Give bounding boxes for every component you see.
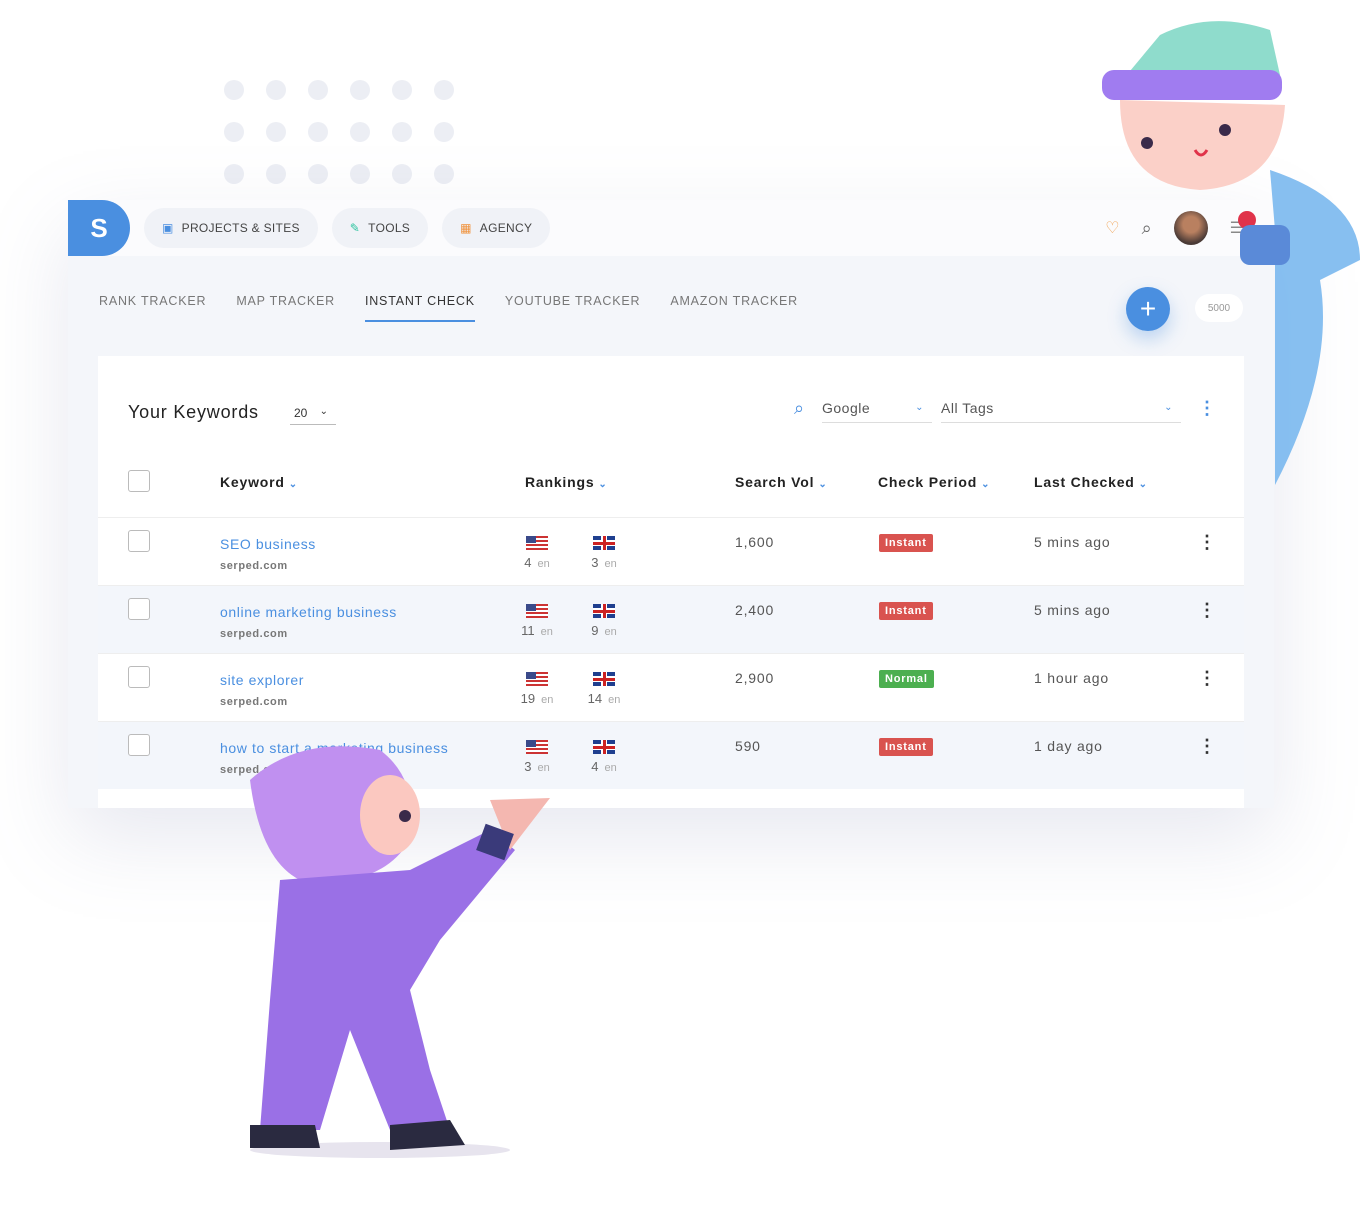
search-volume: 1,600	[735, 534, 775, 550]
table-row: SEO business serped.com 4 en 3 en 1,600 In…	[98, 517, 1244, 585]
us-flag-icon	[526, 536, 548, 550]
ranking-us: 4 en	[512, 536, 562, 572]
check-period-badge: Instant	[879, 534, 933, 552]
ranking-uk: 14 en	[579, 672, 629, 708]
astronaut-illustration	[250, 746, 550, 1158]
col-check-period[interactable]: Check Period ⌄	[878, 474, 990, 490]
engine-select[interactable]: Google ⌄	[822, 400, 932, 423]
keyword-domain: serped.com	[220, 696, 288, 708]
wrench-icon: ✎	[349, 221, 361, 235]
us-flag-icon	[526, 672, 548, 686]
mascot-body-illustration	[1240, 170, 1360, 485]
row-more-icon[interactable]: ⋮	[1198, 668, 1216, 689]
table-row: site explorer serped.com 19 en 14 en 2,900…	[98, 653, 1244, 721]
last-checked: 1 day ago	[1034, 738, 1103, 754]
check-period-badge: Instant	[879, 738, 933, 756]
avatar[interactable]	[1173, 211, 1208, 245]
top-navbar: S ▣ PROJECTS & SITES ✎ TOOLS ▦ AGENCY ♡ ⌕ ☰	[68, 200, 1274, 256]
check-period-badge: Normal	[879, 670, 934, 688]
ranking-us: 19 en	[512, 672, 562, 708]
col-keyword[interactable]: Keyword ⌄	[220, 474, 298, 490]
keyword-link[interactable]: site explorer	[220, 672, 304, 688]
uk-flag-icon	[593, 740, 615, 754]
logo[interactable]: S	[68, 200, 130, 256]
page-size-select[interactable]: 20 ⌄	[290, 404, 336, 425]
mascot-illustration-top	[1102, 21, 1285, 190]
uk-flag-icon	[593, 536, 615, 550]
add-button[interactable]: +	[1126, 287, 1170, 331]
credits-badge: 5000	[1195, 294, 1243, 322]
app-window: S ▣ PROJECTS & SITES ✎ TOOLS ▦ AGENCY ♡ ⌕ ☰…	[68, 200, 1274, 808]
briefcase-icon: ▣	[162, 221, 174, 235]
keyword-link[interactable]: online marketing business	[220, 604, 397, 620]
last-checked: 5 mins ago	[1034, 534, 1111, 550]
tags-select[interactable]: All Tags ⌄	[941, 400, 1181, 423]
search-volume: 590	[735, 738, 761, 754]
tab-instant-check[interactable]: INSTANT CHECK	[364, 294, 475, 322]
chevron-down-icon: ⌄	[319, 406, 328, 417]
agency-button[interactable]: ▦ AGENCY	[442, 208, 551, 248]
row-checkbox[interactable]	[128, 530, 150, 552]
keyword-link[interactable]: SEO business	[220, 536, 316, 552]
keyword-domain: serped.com	[220, 628, 288, 640]
tab-rank-tracker[interactable]: RANK TRACKER	[99, 294, 206, 322]
col-rankings[interactable]: Rankings ⌄	[525, 474, 608, 490]
tab-amazon-tracker[interactable]: AMAZON TRACKER	[670, 294, 798, 322]
ranking-uk: 3 en	[579, 536, 629, 572]
tab-map-tracker[interactable]: MAP TRACKER	[236, 294, 335, 322]
ranking-uk: 4 en	[579, 740, 629, 776]
uk-flag-icon	[593, 604, 615, 618]
chevron-down-icon: ⌄	[915, 402, 924, 413]
lightbulb-icon[interactable]: ♡	[1105, 218, 1119, 238]
col-last-checked[interactable]: Last Checked ⌄	[1034, 474, 1148, 490]
col-search-vol[interactable]: Search Vol ⌄	[735, 474, 828, 490]
building-icon: ▦	[460, 221, 472, 235]
card-title: Your Keywords	[128, 402, 259, 422]
row-more-icon[interactable]: ⋮	[1198, 736, 1216, 757]
row-checkbox[interactable]	[128, 666, 150, 688]
select-all-checkbox[interactable]	[128, 470, 150, 492]
table-row: online marketing business serped.com 11 e…	[98, 585, 1244, 653]
row-more-icon[interactable]: ⋮	[1198, 532, 1216, 553]
more-options-icon[interactable]: ⋮	[1198, 398, 1216, 419]
keyword-domain: serped.com	[220, 560, 288, 572]
projects-sites-button[interactable]: ▣ PROJECTS & SITES	[144, 208, 318, 248]
search-volume: 2,900	[735, 670, 775, 686]
ranking-uk: 9 en	[579, 604, 629, 640]
ranking-us: 11 en	[512, 604, 562, 640]
chevron-down-icon: ⌄	[1164, 402, 1173, 413]
check-period-badge: Instant	[879, 602, 933, 620]
row-checkbox[interactable]	[128, 598, 150, 620]
search-volume: 2,400	[735, 602, 775, 618]
decorative-dots	[224, 80, 454, 184]
row-more-icon[interactable]: ⋮	[1198, 600, 1216, 621]
tools-button[interactable]: ✎ TOOLS	[331, 208, 429, 248]
uk-flag-icon	[593, 672, 615, 686]
tab-youtube-tracker[interactable]: YOUTUBE TRACKER	[505, 294, 640, 322]
search-icon[interactable]: ⌕	[1142, 218, 1152, 239]
row-checkbox[interactable]	[128, 734, 150, 756]
product-tabs: RANK TRACKER MAP TRACKER INSTANT CHECK Y…	[99, 294, 798, 322]
last-checked: 1 hour ago	[1034, 670, 1109, 686]
last-checked: 5 mins ago	[1034, 602, 1111, 618]
search-icon: ⌕	[794, 398, 805, 418]
us-flag-icon	[526, 604, 548, 618]
